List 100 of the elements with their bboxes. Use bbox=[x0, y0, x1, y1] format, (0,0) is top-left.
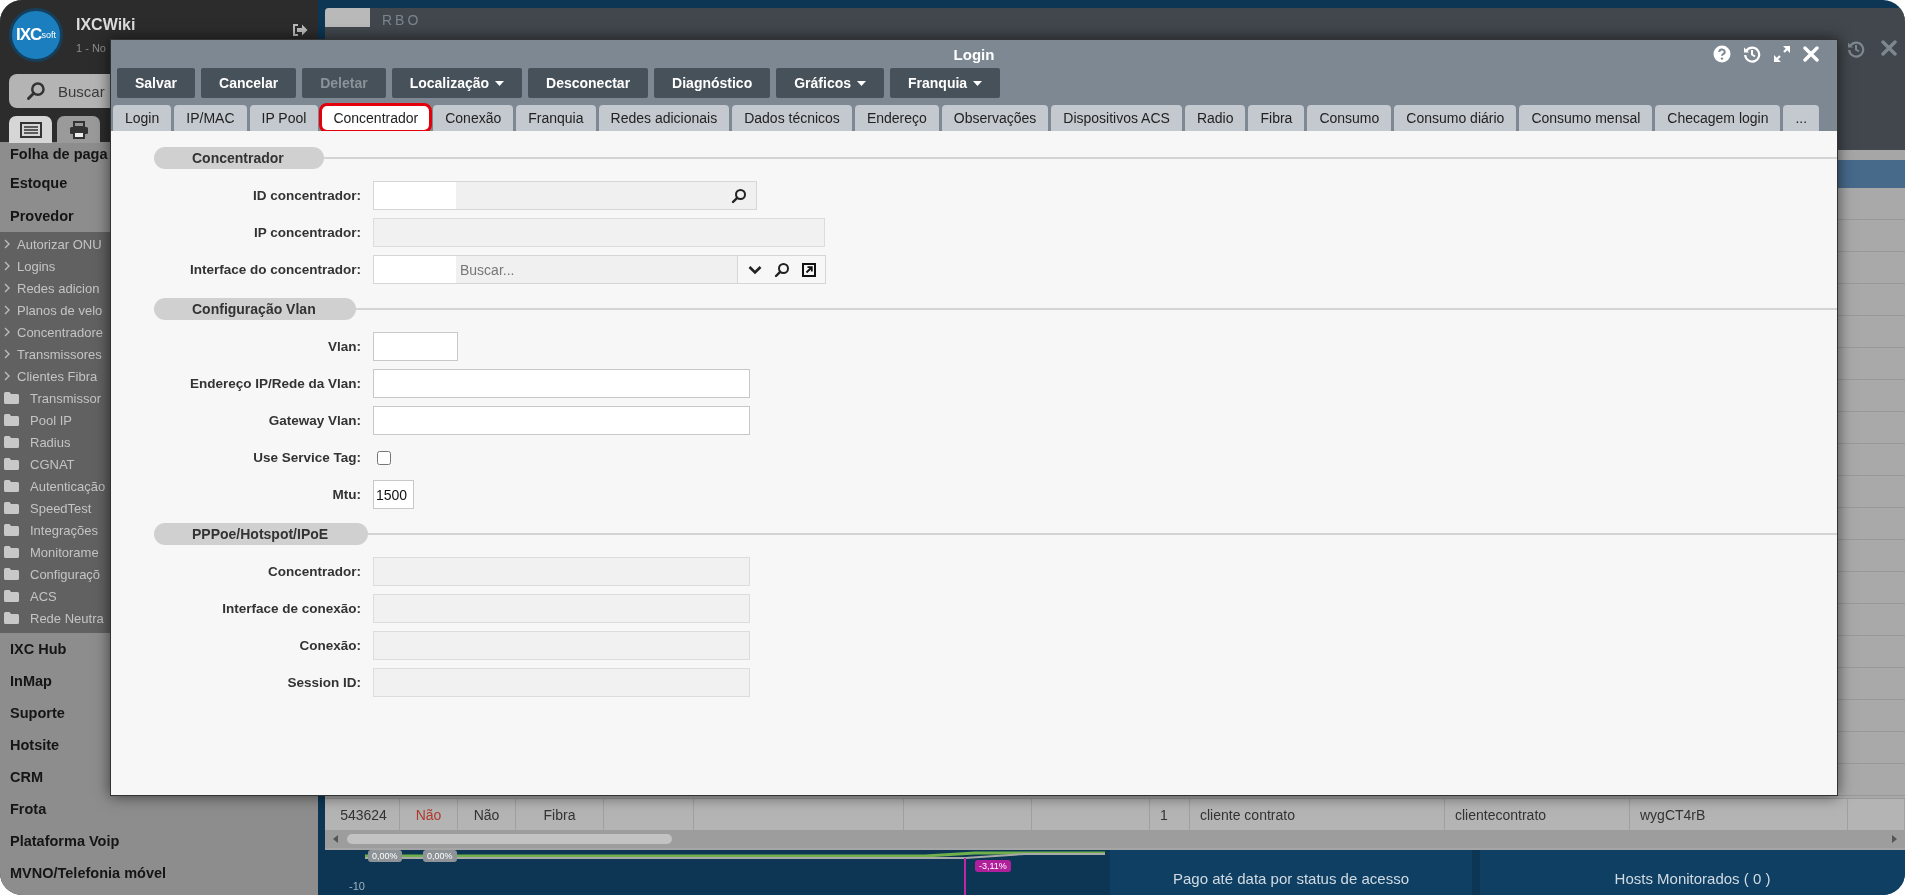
table-cell: 1 bbox=[1160, 806, 1168, 823]
submenu-item[interactable]: Integrações bbox=[30, 522, 98, 538]
sidebar-tab[interactable] bbox=[57, 116, 100, 143]
panel-title: Hosts Monitorados ( 0 ) bbox=[1480, 850, 1905, 895]
field-label: Mtu: bbox=[331, 487, 361, 502]
sidebar-tab[interactable] bbox=[9, 116, 52, 143]
toolbar-button[interactable]: Localização bbox=[391, 68, 523, 98]
external-link-icon[interactable] bbox=[802, 262, 816, 277]
submenu-item[interactable]: CGNAT bbox=[30, 456, 75, 472]
table-cell: clientecontrato bbox=[1455, 806, 1547, 823]
submenu-item[interactable]: Logins bbox=[17, 258, 56, 274]
caret-icon bbox=[857, 80, 867, 86]
tab[interactable]: Radio bbox=[1184, 105, 1246, 131]
tab[interactable]: ... bbox=[1783, 105, 1820, 131]
chevron-down-icon[interactable] bbox=[748, 264, 762, 275]
chevron-right-icon bbox=[4, 327, 10, 337]
chart-value-label: -3,11% bbox=[975, 860, 1011, 872]
user-subtitle: 1 - No bbox=[76, 42, 107, 54]
text-field[interactable] bbox=[373, 406, 750, 435]
chart-value-label: 0,00% bbox=[368, 850, 402, 862]
menu-item[interactable]: MVNO/Telefonia móvel bbox=[0, 857, 318, 889]
tab[interactable]: Consumo diário bbox=[1394, 105, 1517, 131]
folder-icon bbox=[4, 546, 19, 558]
toolbar-button[interactable]: Gráficos bbox=[776, 68, 885, 98]
toolbar-button[interactable]: Franquia bbox=[890, 68, 1001, 98]
tab[interactable]: Franquia bbox=[516, 105, 596, 131]
folder-icon bbox=[4, 524, 19, 536]
toolbar-button[interactable]: Diagnóstico bbox=[654, 68, 771, 98]
search-icon[interactable] bbox=[26, 81, 46, 101]
submenu-item[interactable]: Radius bbox=[30, 434, 71, 450]
tab[interactable]: Fibra bbox=[1248, 105, 1305, 131]
tab[interactable]: Consumo mensal bbox=[1519, 105, 1653, 131]
tab[interactable]: Redes adicionais bbox=[598, 105, 730, 131]
panel-title: Pago até data por status de acesso bbox=[1110, 850, 1472, 895]
folder-icon bbox=[4, 612, 19, 624]
submenu-item[interactable]: Monitorame bbox=[30, 544, 99, 560]
folder-icon bbox=[4, 590, 19, 602]
field-label: Conexão: bbox=[298, 638, 361, 653]
folder-icon bbox=[4, 458, 19, 470]
table-row[interactable]: 543624 Não Não Fibra 1 cliente contrato clientecontrato wygCT4rB bbox=[325, 798, 1905, 830]
submenu-item[interactable]: Redes adicion bbox=[17, 280, 100, 296]
submenu-item[interactable]: Transmissor bbox=[30, 390, 102, 406]
menu-item[interactable]: Plataforma Voip bbox=[0, 825, 318, 857]
table-cell: wygCT4rB bbox=[1640, 806, 1706, 823]
chevron-right-icon bbox=[4, 349, 10, 359]
tab[interactable]: Checagem login bbox=[1655, 105, 1781, 131]
tab[interactable]: Consumo bbox=[1307, 105, 1392, 131]
folder-icon bbox=[4, 414, 19, 426]
logout-icon[interactable] bbox=[292, 23, 308, 37]
tab[interactable]: Observações bbox=[941, 105, 1049, 131]
window-title: Login bbox=[953, 45, 995, 63]
toolbar-button[interactable]: Desconectar bbox=[528, 68, 649, 98]
tab[interactable]: Dados técnicos bbox=[732, 105, 852, 131]
submenu-item[interactable]: SpeedTest bbox=[30, 500, 92, 516]
search-icon[interactable] bbox=[774, 261, 790, 278]
number-field[interactable]: 1500 bbox=[373, 480, 414, 509]
tab[interactable]: Concentrador bbox=[321, 105, 431, 131]
text-field[interactable] bbox=[373, 369, 750, 398]
tab[interactable]: Endereço bbox=[854, 105, 939, 131]
submenu-item[interactable]: Autenticação bbox=[30, 478, 106, 494]
submenu-item[interactable]: Concentradore bbox=[17, 324, 103, 340]
submenu-item[interactable]: Clientes Fibra bbox=[17, 368, 98, 384]
table-cell: 543624 bbox=[340, 806, 387, 823]
folder-icon bbox=[4, 392, 19, 404]
tab[interactable]: Login bbox=[113, 105, 172, 131]
field-label: IP concentrador: bbox=[252, 225, 361, 240]
folder-icon bbox=[4, 436, 19, 448]
chart-value-label: 0,00% bbox=[423, 850, 457, 862]
folder-icon bbox=[4, 502, 19, 514]
chevron-right-icon bbox=[4, 239, 10, 249]
history-icon[interactable] bbox=[1847, 40, 1865, 58]
submenu-item[interactable]: Pool IP bbox=[30, 412, 72, 428]
field-label: Vlan: bbox=[327, 339, 361, 354]
caret-icon bbox=[495, 80, 505, 86]
tab[interactable]: IP Pool bbox=[249, 105, 319, 131]
submenu-item[interactable]: Configuraçõ bbox=[30, 566, 101, 582]
app-title: IXCWiki bbox=[76, 16, 136, 34]
folder-icon bbox=[4, 568, 19, 580]
tab[interactable]: Dispositivos ACS bbox=[1051, 105, 1182, 131]
menu-item[interactable]: Frota bbox=[0, 793, 318, 825]
window-title: RBO bbox=[382, 12, 422, 28]
field-label: Interface do concentrador: bbox=[188, 262, 361, 277]
expand-icon[interactable] bbox=[1773, 45, 1791, 63]
field-label: Session ID: bbox=[286, 675, 361, 690]
submenu-item[interactable]: Autorizar ONU bbox=[17, 236, 102, 252]
submenu-item[interactable]: ACS bbox=[30, 588, 57, 604]
submenu-item[interactable]: Transmissores bbox=[17, 346, 102, 362]
section-header: Concentrador bbox=[154, 147, 324, 169]
chevron-right-icon bbox=[4, 283, 10, 293]
submenu-item[interactable]: Rede Neutra bbox=[30, 610, 104, 626]
text-field[interactable] bbox=[373, 332, 458, 361]
section-header: Configuração Vlan bbox=[154, 298, 356, 320]
tab[interactable]: IP/MAC bbox=[174, 105, 247, 131]
toolbar-button[interactable]: Salvar bbox=[117, 68, 196, 98]
close-icon[interactable] bbox=[1881, 40, 1897, 56]
toolbar-button[interactable]: Cancelar bbox=[201, 68, 297, 98]
checkbox[interactable] bbox=[377, 450, 391, 465]
submenu-item[interactable]: Planos de velo bbox=[17, 302, 103, 318]
help-icon[interactable] bbox=[1713, 45, 1731, 63]
tab[interactable]: Conexão bbox=[433, 105, 514, 131]
